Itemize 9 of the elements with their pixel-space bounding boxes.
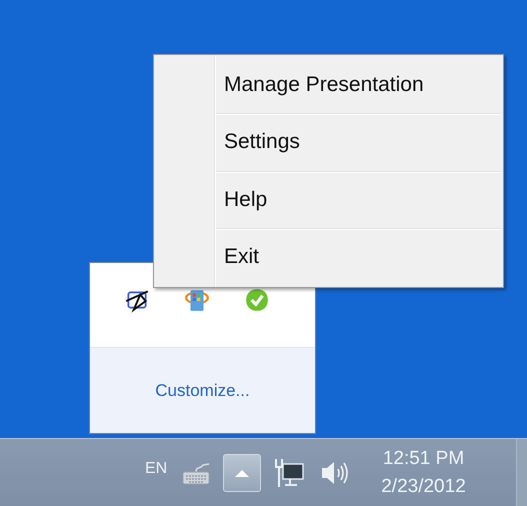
menu-item[interactable]: Settings — [216, 113, 501, 170]
customize-link[interactable]: Customize... — [155, 380, 250, 400]
menu-item[interactable]: Manage Presentation — [216, 57, 501, 114]
up-arrow-icon — [234, 468, 250, 478]
network-icon[interactable] — [273, 456, 306, 488]
menu-item[interactable]: Exit — [216, 228, 501, 285]
menu-item[interactable]: Help — [216, 170, 501, 228]
show-hidden-icons-button[interactable] — [223, 454, 262, 492]
check-icon[interactable] — [244, 287, 270, 313]
